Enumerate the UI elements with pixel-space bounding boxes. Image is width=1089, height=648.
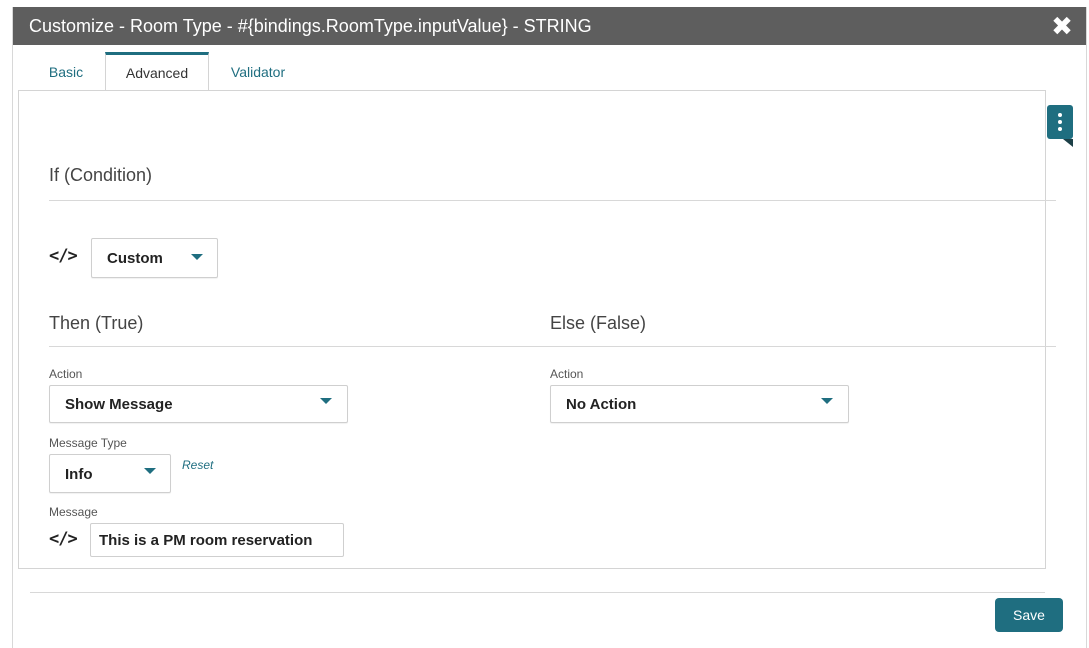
message-type-label: Message Type [49, 436, 127, 450]
code-icon[interactable]: </> [49, 529, 78, 549]
branch-divider [49, 346, 1056, 347]
save-button[interactable]: Save [995, 598, 1063, 632]
else-action-select[interactable]: No Action [550, 385, 849, 423]
condition-type-select[interactable]: Custom [91, 238, 218, 278]
message-type-select[interactable]: Info [49, 454, 171, 493]
else-action-label: Action [550, 367, 584, 381]
condition-divider [49, 200, 1056, 201]
tab-basic[interactable]: Basic [46, 52, 86, 90]
kebab-dot [1058, 113, 1062, 117]
message-type-value: Info [65, 466, 93, 483]
chevron-down-icon [144, 468, 156, 474]
then-action-select[interactable]: Show Message [49, 385, 348, 423]
then-action-value: Show Message [65, 396, 173, 413]
kebab-tail [1063, 139, 1073, 147]
advanced-panel [18, 90, 1046, 569]
else-action-value: No Action [566, 396, 637, 413]
footer-divider [30, 592, 1045, 593]
message-label: Message [49, 505, 98, 519]
then-heading: Then (True) [49, 313, 144, 333]
kebab-menu-icon[interactable] [1047, 105, 1073, 139]
else-heading: Else (False) [550, 313, 647, 333]
chevron-down-icon [191, 254, 203, 260]
tab-advanced[interactable]: Advanced [105, 52, 209, 93]
message-input[interactable] [90, 523, 344, 557]
kebab-dot [1058, 120, 1062, 124]
code-icon[interactable]: </> [49, 246, 78, 266]
kebab-dot [1058, 127, 1062, 131]
close-icon[interactable]: ✖ [1048, 11, 1076, 41]
dialog-titlebar: Customize - Room Type - #{bindings.RoomT… [13, 7, 1086, 45]
tab-validator[interactable]: Validator [224, 52, 292, 90]
chevron-down-icon [320, 398, 332, 404]
chevron-down-icon [821, 398, 833, 404]
condition-type-value: Custom [107, 250, 163, 267]
reset-link[interactable]: Reset [182, 458, 213, 472]
dialog-title: Customize - Room Type - #{bindings.RoomT… [29, 16, 592, 36]
then-action-label: Action [49, 367, 83, 381]
condition-heading: If (Condition) [49, 165, 153, 185]
